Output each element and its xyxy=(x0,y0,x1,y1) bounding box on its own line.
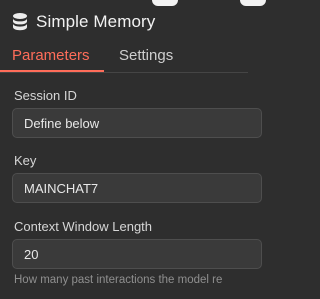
key-input[interactable]: MAINCHAT7 xyxy=(12,173,262,203)
panel-header: Simple Memory xyxy=(12,8,155,36)
key-label: Key xyxy=(14,153,37,168)
session-id-label: Session ID xyxy=(14,88,77,103)
top-button-tab[interactable] xyxy=(152,0,178,6)
context-window-input[interactable]: 20 xyxy=(12,239,262,269)
tab-parameters[interactable]: Parameters xyxy=(12,47,90,64)
top-button-tab[interactable] xyxy=(240,0,266,6)
context-window-value: 20 xyxy=(24,247,39,262)
session-id-value: Define below xyxy=(24,116,100,131)
divider xyxy=(0,72,248,73)
database-icon xyxy=(12,12,28,32)
tab-bar: Parameters Settings xyxy=(0,44,248,72)
tab-settings[interactable]: Settings xyxy=(119,47,173,64)
context-window-hint: How many past interactions the model re xyxy=(14,274,223,286)
session-id-select[interactable]: Define below xyxy=(12,108,262,138)
node-settings-panel: Simple Memory Parameters Settings Sessio… xyxy=(0,0,266,299)
key-value: MAINCHAT7 xyxy=(24,181,99,196)
context-window-label: Context Window Length xyxy=(14,219,153,234)
panel-title: Simple Memory xyxy=(36,12,156,31)
